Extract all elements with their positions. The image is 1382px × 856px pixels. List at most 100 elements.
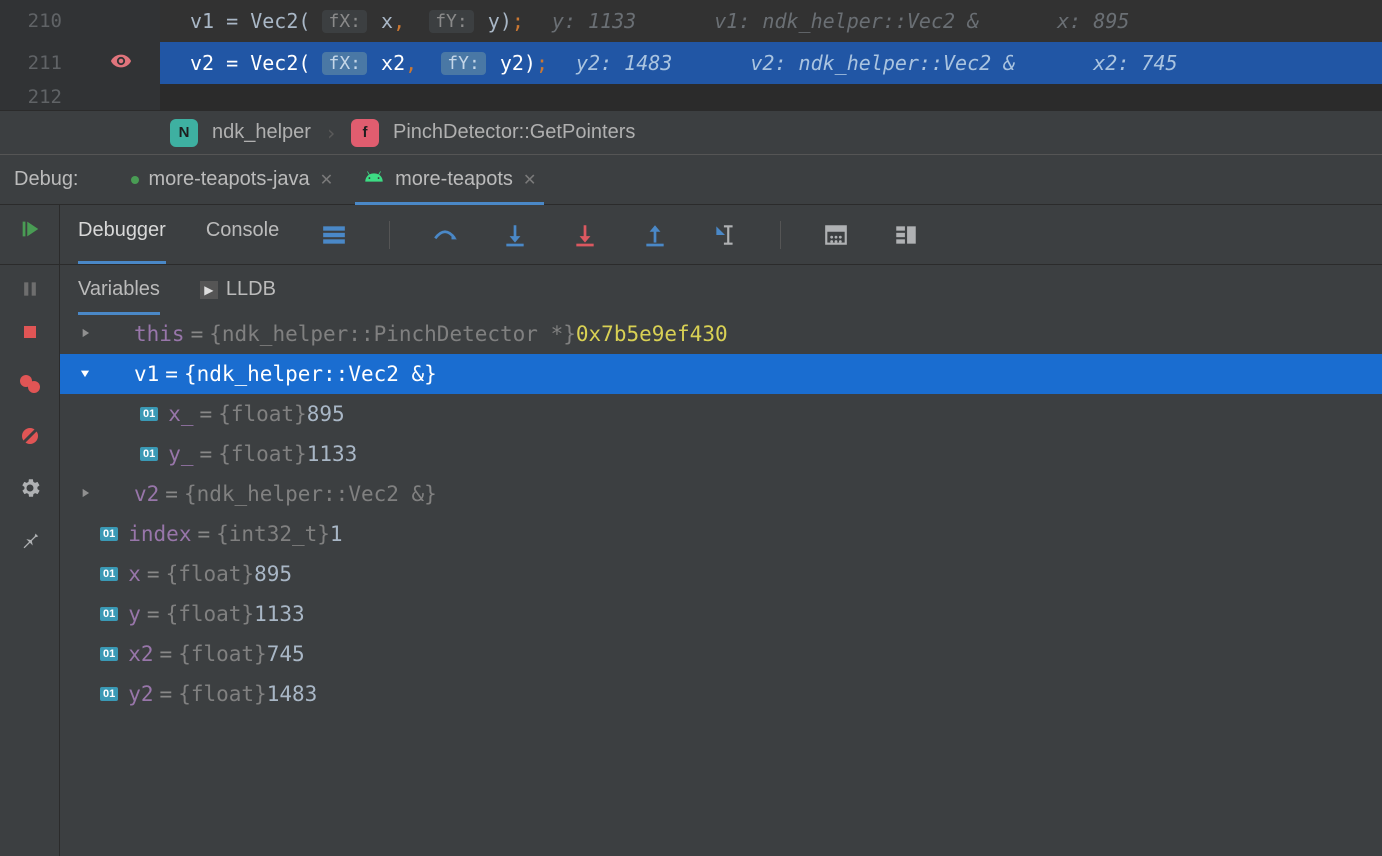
step-out-icon[interactable]: [640, 220, 670, 250]
inline-value-hint: y2: 1483: [576, 51, 672, 75]
variable-name: index: [128, 522, 191, 546]
code-token: Vec2: [250, 9, 298, 33]
code-token: (: [298, 51, 322, 75]
variable-row[interactable]: 01 x2 = {float} 745: [60, 634, 1382, 674]
code-token: Vec2: [250, 51, 298, 75]
variable-type: {ndk_helper::PinchDetector *}: [209, 322, 576, 346]
threads-view-icon[interactable]: [319, 220, 349, 250]
debugger-tool-tabs: Debugger Console: [60, 205, 1382, 264]
stop-button[interactable]: [12, 314, 48, 350]
pause-button[interactable]: [12, 271, 48, 307]
namespace-badge-icon: N: [170, 119, 198, 147]
gutter: 211: [0, 42, 160, 84]
layout-settings-icon[interactable]: [891, 220, 921, 250]
inline-value-hint: x: 895: [1057, 9, 1129, 33]
code-token: [476, 9, 488, 33]
close-icon[interactable]: ✕: [320, 170, 333, 190]
struct-icon: [100, 484, 124, 504]
code-token: v1: [190, 9, 214, 33]
equals-sign: =: [191, 322, 204, 346]
running-dot-icon: [131, 176, 139, 184]
variable-name: v2: [134, 482, 159, 506]
variables-tree[interactable]: this = {ndk_helper::PinchDetector *} 0x7…: [60, 314, 1382, 856]
evaluate-expression-icon[interactable]: [821, 220, 851, 250]
expand-arrow-icon[interactable]: [70, 324, 100, 345]
force-step-into-icon[interactable]: [570, 220, 600, 250]
variable-value: 1133: [254, 602, 305, 626]
variable-type: {float}: [218, 442, 307, 466]
run-to-cursor-icon[interactable]: [710, 220, 740, 250]
variable-row[interactable]: 01y = {float} 1133: [60, 594, 1382, 634]
equals-sign: =: [165, 362, 178, 386]
resume-button[interactable]: [12, 211, 48, 247]
step-into-icon[interactable]: [500, 220, 530, 250]
code-token: y: [488, 9, 500, 33]
variable-value: 895: [254, 562, 292, 586]
debug-sessions-bar: Debug: more-teapots-java ✕ more-teapots …: [0, 154, 1382, 204]
code-token: =: [214, 9, 250, 33]
close-icon[interactable]: ✕: [523, 170, 536, 190]
mute-breakpoints-button[interactable]: [12, 418, 48, 454]
step-over-icon[interactable]: [430, 220, 460, 250]
expand-arrow-icon[interactable]: [70, 484, 100, 505]
tab-variables[interactable]: Variables: [78, 278, 160, 301]
code-content[interactable]: v2 = Vec2 ( fX: x2 , fY: y2 ) ; y2: 1483…: [160, 42, 1382, 84]
code-token: ,: [405, 51, 441, 75]
code-content[interactable]: v1 = Vec2 ( fX: x , fY: y ) ; y: 1133 v1…: [160, 0, 1382, 42]
tab-lldb[interactable]: ▶ LLDB: [200, 278, 276, 301]
tab-label: LLDB: [226, 278, 276, 301]
equals-sign: =: [197, 522, 210, 546]
variable-name: x2: [128, 642, 153, 666]
variable-value: 895: [307, 402, 345, 426]
variable-value: 745: [267, 642, 305, 666]
view-breakpoints-button[interactable]: [12, 366, 48, 402]
tab-console[interactable]: Console: [206, 219, 279, 250]
primitive-icon: 01: [100, 567, 118, 581]
debug-control-gutter: [0, 265, 60, 314]
gutter: 210: [0, 0, 160, 42]
variable-row[interactable]: 01x = {float} 895: [60, 554, 1382, 594]
variable-row[interactable]: this = {ndk_helper::PinchDetector *} 0x7…: [60, 314, 1382, 354]
code-content[interactable]: [160, 84, 1382, 110]
pin-button[interactable]: [12, 522, 48, 558]
param-hint: fY:: [441, 52, 486, 75]
variable-row[interactable]: 01y_ = {float} 1133: [60, 434, 1382, 474]
primitive-icon: 01: [100, 527, 118, 541]
settings-button[interactable]: [12, 470, 48, 506]
code-token: x: [381, 9, 393, 33]
equals-sign: =: [200, 442, 213, 466]
debugger-subtabs: Variables ▶ LLDB: [0, 264, 1382, 314]
variable-row[interactable]: 01 index = {int32_t} 1: [60, 514, 1382, 554]
line-number: 212: [12, 86, 62, 108]
code-token: x2: [381, 51, 405, 75]
debug-session-tab-java[interactable]: more-teapots-java ✕: [123, 155, 342, 204]
param-hint: fY:: [429, 10, 474, 33]
debug-control-gutter: [0, 314, 60, 856]
variable-type: {int32_t}: [216, 522, 330, 546]
expand-arrow-icon[interactable]: [70, 364, 100, 385]
variable-row[interactable]: v1 = {ndk_helper::Vec2 &}: [60, 354, 1382, 394]
equals-sign: =: [147, 562, 160, 586]
variable-type: {float}: [178, 682, 267, 706]
variable-row[interactable]: v2 = {ndk_helper::Vec2 &}: [60, 474, 1382, 514]
debug-control-gutter: [0, 205, 60, 264]
debugger-main: this = {ndk_helper::PinchDetector *} 0x7…: [0, 314, 1382, 856]
variable-type: {float}: [178, 642, 267, 666]
breadcrumb-namespace[interactable]: ndk_helper: [212, 121, 311, 144]
variable-row[interactable]: 01x_ = {float} 895: [60, 394, 1382, 434]
equals-sign: =: [160, 642, 173, 666]
code-token: ;: [512, 9, 524, 33]
breadcrumb-function[interactable]: PinchDetector::GetPointers: [393, 121, 635, 144]
debug-session-tab-native[interactable]: more-teapots ✕: [355, 155, 544, 204]
variable-row[interactable]: 01y2 = {float} 1483: [60, 674, 1382, 714]
inline-value-hint: v2: ndk_helper::Vec2 &: [750, 51, 1015, 75]
line-number: 211: [12, 52, 62, 74]
variable-type: {ndk_helper::Vec2 &}: [184, 482, 437, 506]
inline-value-hint: x2: 745: [1093, 51, 1177, 75]
primitive-icon: 01: [100, 647, 118, 661]
equals-sign: =: [147, 602, 160, 626]
struct-icon: [100, 324, 124, 344]
eye-icon[interactable]: [110, 50, 132, 77]
variable-value: 1: [330, 522, 343, 546]
tab-debugger[interactable]: Debugger: [78, 219, 166, 250]
